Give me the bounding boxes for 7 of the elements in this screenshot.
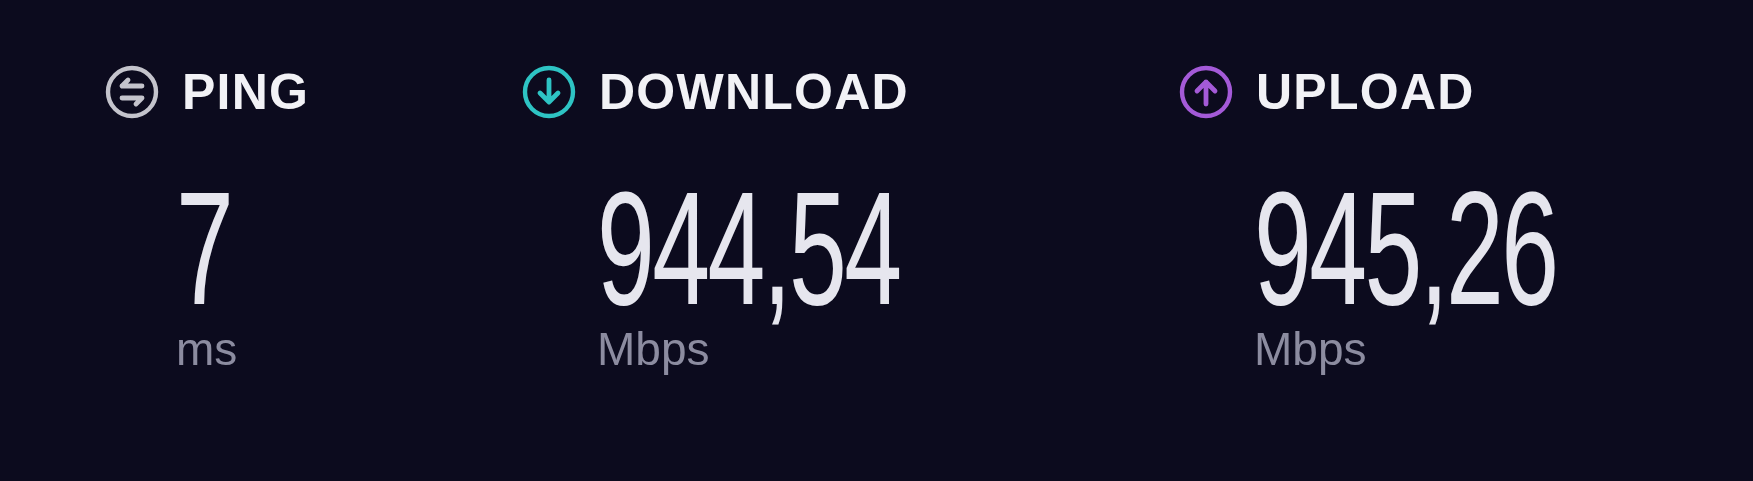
metric-value: 7	[176, 174, 232, 323]
metric-unit: ms	[176, 326, 238, 372]
metric-value: 945,26	[1254, 174, 1557, 323]
metric-label: DOWNLOAD	[599, 67, 909, 117]
metric-label: PING	[182, 67, 310, 117]
metric-value: 944,54	[597, 174, 900, 323]
metric-label: UPLOAD	[1256, 67, 1475, 117]
